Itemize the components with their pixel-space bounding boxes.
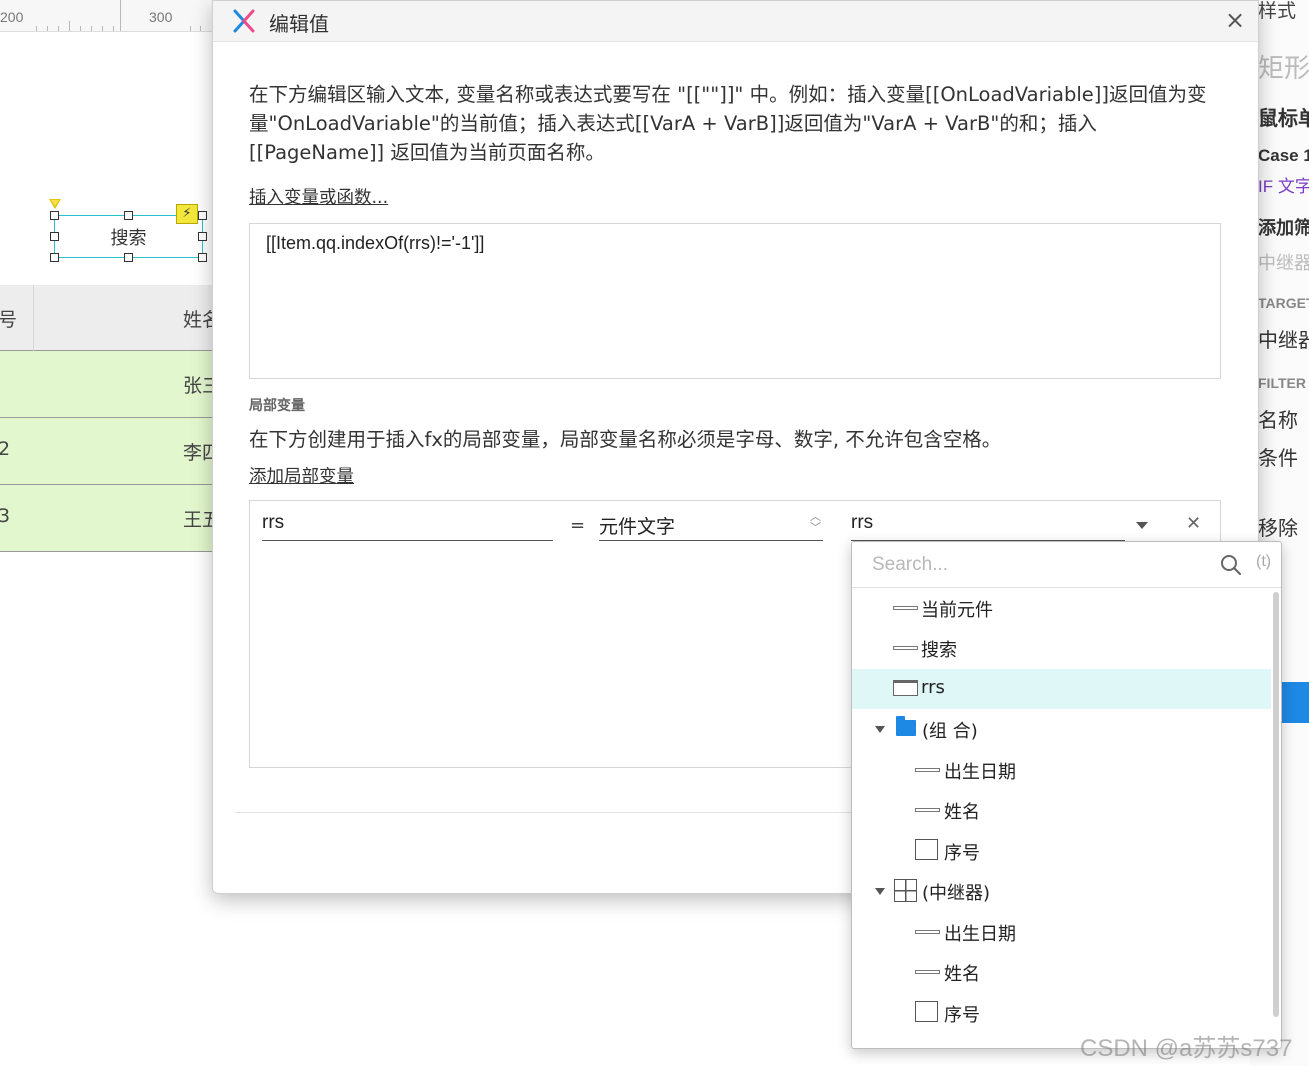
inspector-widget-name[interactable]: 矩形 [1258, 48, 1309, 85]
line-icon [893, 646, 918, 650]
resize-handle[interactable] [124, 211, 133, 220]
ruler-mark: 300 [149, 9, 173, 25]
interaction-marker-icon [49, 199, 61, 209]
table-row: 3 王五 [0, 485, 221, 552]
dropdown-list: 当前元件 搜索 rrs (组 合) 出生日期 姓名 序号 (中继器) 出生日期 … [852, 588, 1271, 1048]
inspector-action[interactable]: 添加筛选 [1258, 214, 1309, 240]
list-item[interactable]: 序号 [852, 831, 1271, 871]
inspector-filter-condition[interactable]: 条件 [1258, 442, 1298, 471]
inspector-condition[interactable]: IF 文字 [1258, 172, 1309, 197]
list-item-label: 序号 [944, 1005, 980, 1026]
list-item-label: 搜索 [921, 640, 957, 661]
inspector-remove[interactable]: 移除 [1258, 512, 1298, 541]
widget-picker-dropdown: (t) 当前元件 搜索 rrs (组 合) 出生日期 姓名 [851, 541, 1282, 1049]
resize-handle[interactable] [198, 232, 207, 241]
equals-sign: = [570, 515, 586, 536]
expand-caret-icon[interactable] [875, 726, 885, 733]
inspector-target-label: TARGET [1258, 295, 1309, 311]
close-icon[interactable]: × [1222, 8, 1248, 34]
list-item-label: 出生日期 [944, 762, 1016, 783]
list-item-label: 序号 [944, 843, 980, 864]
list-item-label: 姓名 [944, 802, 980, 823]
expand-caret-icon[interactable] [875, 888, 885, 895]
local-variables-label: 局部变量 [249, 398, 305, 414]
folder-icon [896, 716, 916, 736]
list-item[interactable]: 搜索 [852, 628, 1271, 668]
dropdown-search-bar: (t) [852, 542, 1281, 588]
ruler-mark: 200 [0, 9, 24, 25]
list-item-label: (组 合) [922, 721, 978, 742]
text-field-icon [893, 680, 918, 696]
box-icon [915, 839, 938, 860]
inspector-tab-style[interactable]: 样式 [1258, 0, 1296, 23]
expression-editor[interactable]: [[Item.qq.indexOf(rrs)!='-1']] [249, 223, 1221, 379]
resize-handle[interactable] [50, 232, 59, 241]
inspector-filter-name[interactable]: 名称 [1258, 404, 1298, 433]
resize-handle[interactable] [198, 253, 207, 262]
chevron-down-icon[interactable] [1136, 522, 1148, 529]
add-local-variable-link[interactable]: 添加局部变量 [249, 463, 354, 488]
list-item[interactable]: 当前元件 [852, 588, 1271, 628]
horizontal-ruler: 200 300 [0, 0, 230, 32]
table-header-row: 号 姓名 [0, 285, 221, 351]
lightning-icon[interactable]: ⚡ [176, 204, 198, 224]
dialog-titlebar: 编辑值 × [213, 1, 1258, 42]
table-cell: 2 [0, 438, 11, 460]
variable-target-select[interactable]: rrs [851, 508, 1125, 541]
local-variables-description: 在下方创建用于插入fx的局部变量，局部变量名称必须是字母、数字, 不允许包含空格… [249, 428, 1002, 451]
table-row: 2 李四 [0, 418, 221, 485]
stepper-arrows-icon[interactable]: ︿ ﹀ [810, 511, 821, 533]
list-item[interactable]: 姓名 [852, 790, 1271, 830]
list-item-label: (中继器) [922, 883, 991, 904]
search-icon[interactable] [1220, 554, 1242, 576]
dropdown-scrollbar[interactable] [1273, 592, 1279, 1017]
inspector-target-select[interactable]: 中继器 [1258, 324, 1309, 353]
line-icon [915, 808, 940, 812]
group-item[interactable]: (组 合) [852, 709, 1271, 749]
list-item-selected[interactable]: rrs [852, 669, 1271, 709]
table-cell: 3 [0, 505, 11, 527]
box-icon [915, 1001, 938, 1022]
resize-handle[interactable] [50, 253, 59, 262]
table-header-cell: 号 [0, 309, 18, 331]
resize-handle[interactable] [124, 253, 133, 262]
resize-handle[interactable] [198, 211, 207, 220]
line-icon [915, 768, 940, 772]
repeater-icon [894, 879, 917, 902]
dropdown-search-input[interactable] [872, 550, 1202, 580]
inspector-event[interactable]: 鼠标单击时 [1258, 102, 1309, 131]
group-item[interactable]: (中继器) [852, 871, 1271, 911]
list-item[interactable]: 出生日期 [852, 750, 1271, 790]
axure-logo-icon [233, 9, 255, 33]
list-item[interactable]: 出生日期 [852, 912, 1271, 952]
instructions-text: 在下方编辑区输入文本, 变量名称或表达式要写在 "[[""]]" 中。例如：插入… [249, 83, 1207, 164]
line-icon [893, 606, 918, 610]
inspector-case[interactable]: Case 1 [1258, 146, 1309, 166]
list-item-label: rrs [921, 677, 945, 698]
repeater-table: 号 姓名 张三 2 李四 3 王五 [0, 285, 221, 552]
insert-variable-link[interactable]: 插入变量或函数... [249, 184, 388, 209]
list-item-label: 姓名 [944, 964, 980, 985]
list-item[interactable]: 序号 [852, 993, 1271, 1033]
variable-name-input[interactable]: rrs [262, 508, 553, 541]
variable-type-select[interactable]: 元件文字 [599, 508, 823, 541]
line-icon [915, 930, 940, 934]
canvas-search-widget-label: 搜索 [110, 227, 147, 249]
inspector-filter-label: FILTER [1258, 375, 1306, 391]
watermark: CSDN @a苏苏s737 [1080, 1035, 1293, 1062]
list-item-label: 出生日期 [944, 924, 1016, 945]
inspector-target[interactable]: 中继器 [1258, 249, 1309, 275]
list-item[interactable]: 姓名 [852, 952, 1271, 992]
dialog-title: 编辑值 [269, 12, 329, 36]
fx-icon[interactable]: (t) [1256, 553, 1271, 571]
resize-handle[interactable] [50, 211, 59, 220]
list-item-label: 当前元件 [921, 600, 993, 621]
table-row: 张三 [0, 351, 221, 418]
line-icon [915, 970, 940, 974]
remove-variable-icon[interactable]: ✕ [1186, 513, 1201, 534]
